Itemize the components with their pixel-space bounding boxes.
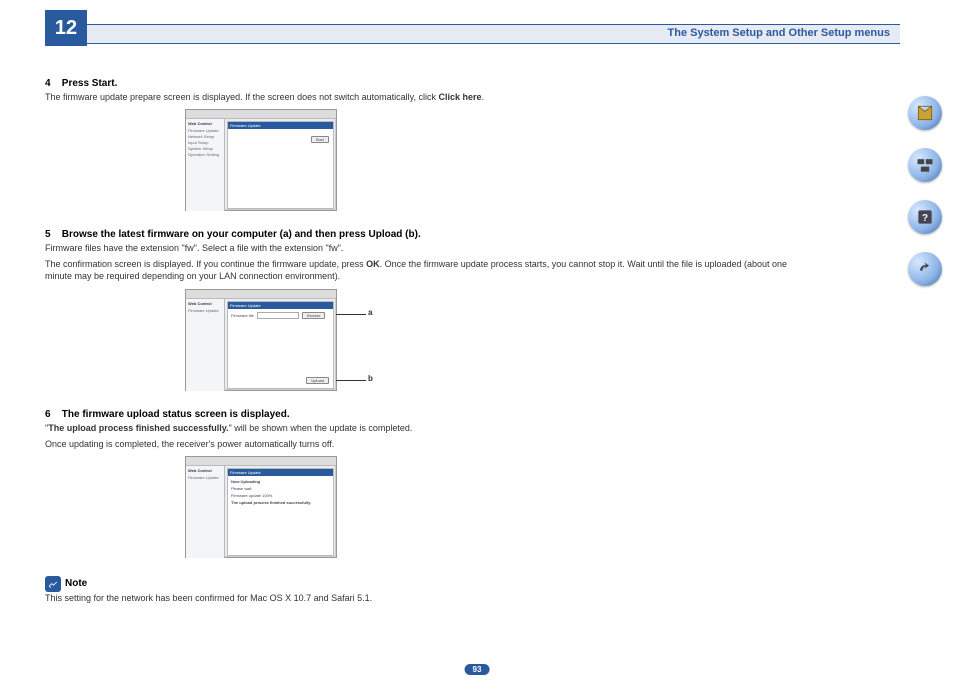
- toc-icon[interactable]: [908, 96, 942, 130]
- help-icon[interactable]: ?: [908, 200, 942, 234]
- step-5-title: Browse the latest firmware on your compu…: [62, 229, 421, 240]
- fig2-annot-a-line: [336, 314, 366, 315]
- step-6-number: 6: [45, 409, 59, 420]
- connect-icon[interactable]: [908, 252, 942, 286]
- step-4-click-here: Click here: [439, 92, 482, 102]
- note-block: Note: [45, 576, 805, 592]
- fig2-file-field: [257, 312, 299, 319]
- step-4-heading: 4 Press Start.: [45, 78, 805, 89]
- step-4-body-text: The firmware update prepare screen is di…: [45, 92, 439, 102]
- step-6-heading: 6 The firmware upload status screen is d…: [45, 409, 805, 420]
- figure-step-4: Web Control Firmware Update Network Setu…: [185, 109, 337, 211]
- note-body: This setting for the network has been co…: [45, 592, 805, 604]
- svg-text:?: ?: [922, 213, 928, 224]
- page-number-badge: 93: [465, 664, 490, 675]
- fig2-panel-title: Firmware Update: [228, 302, 333, 309]
- step-4-body-end: .: [482, 92, 485, 102]
- fig2-row-label: Firmware file: [231, 313, 254, 318]
- components-icon[interactable]: [908, 148, 942, 182]
- note-label: Note: [65, 578, 87, 589]
- fig3-panel-title: Firmware Update: [228, 469, 333, 476]
- fig2-annot-a: a: [368, 308, 372, 317]
- page-content: 4 Press Start. The firmware update prepa…: [45, 78, 805, 604]
- step-6-line1-after: " will be shown when the update is compl…: [229, 423, 413, 433]
- step-5-line2-a: The confirmation screen is displayed. If…: [45, 259, 366, 269]
- step-6-line2: Once updating is completed, the receiver…: [45, 438, 805, 450]
- fig1-start-button: Start: [311, 136, 329, 143]
- chapter-number: 12: [45, 10, 87, 46]
- step-5-line1: Firmware files have the extension "fw". …: [45, 242, 805, 254]
- step-4-title: Press Start.: [62, 78, 118, 89]
- sidebar-nav-icons: ?: [908, 96, 944, 286]
- fig3-line: Firmware update 100%: [231, 493, 330, 498]
- fig2-upload-button: Upload: [306, 377, 329, 384]
- fig3-main: Firmware Update Now Uploading Please wai…: [227, 468, 334, 556]
- fig1-item: Operation Setting: [188, 152, 222, 158]
- fig3-titlebar: [186, 457, 336, 466]
- fig2-main: Firmware Update Firmware file Browse Upl…: [227, 301, 334, 389]
- fig2-annot-b: b: [368, 374, 373, 383]
- figure-step-6: Web Control Firmware Update Firmware Upd…: [185, 456, 337, 558]
- fig3-sidebar: Web Control Firmware Update: [186, 466, 225, 558]
- fig2-item: Firmware Update: [188, 308, 222, 314]
- step-5-ok: OK: [366, 259, 380, 269]
- fig3-line: The upload process finished successfully…: [231, 500, 330, 505]
- fig3-line: Now Uploading: [231, 479, 330, 484]
- fig2-sidebar-title: Web Control: [188, 301, 222, 306]
- step-4-body: The firmware update prepare screen is di…: [45, 91, 805, 103]
- fig3-item: Firmware Update: [188, 475, 222, 481]
- fig1-panel-title: Firmware Update: [228, 122, 333, 129]
- fig1-titlebar: [186, 110, 336, 119]
- fig2-sidebar: Web Control Firmware Update: [186, 299, 225, 391]
- step-4-number: 4: [45, 78, 59, 89]
- fig1-main: Firmware Update Start: [227, 121, 334, 209]
- step-6-success-msg: The upload process finished successfully…: [48, 423, 228, 433]
- fig1-sidebar-title: Web Control: [188, 121, 222, 126]
- step-5-heading: 5 Browse the latest firmware on your com…: [45, 229, 805, 240]
- note-icon: [45, 576, 61, 592]
- fig2-annot-b-line: [336, 380, 366, 381]
- chapter-title: The System Setup and Other Setup menus: [668, 24, 895, 42]
- step-5-line2: The confirmation screen is displayed. If…: [45, 258, 805, 282]
- fig2-titlebar: [186, 290, 336, 299]
- chapter-header: 12 The System Setup and Other Setup menu…: [45, 18, 900, 54]
- step-5-number: 5: [45, 229, 59, 240]
- fig3-line: Please wait: [231, 486, 330, 491]
- fig1-sidebar: Web Control Firmware Update Network Setu…: [186, 119, 225, 211]
- fig2-browse-button: Browse: [302, 312, 325, 319]
- step-6-line1: "The upload process finished successfull…: [45, 422, 805, 434]
- fig3-sidebar-title: Web Control: [188, 468, 222, 473]
- figure-step-5: Web Control Firmware Update Firmware Upd…: [185, 289, 337, 391]
- step-6-title: The firmware upload status screen is dis…: [62, 409, 290, 420]
